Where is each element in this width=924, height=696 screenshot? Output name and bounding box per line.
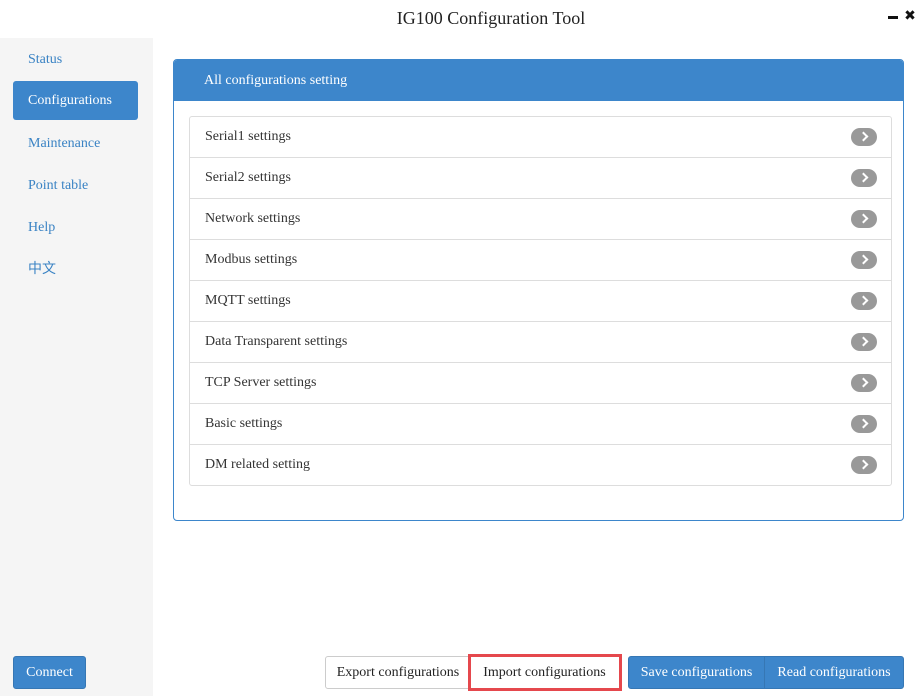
list-item-label: Data Transparent settings: [205, 334, 348, 349]
sidebar-item-chinese[interactable]: 中文: [13, 250, 138, 289]
list-item-label: Serial1 settings: [205, 129, 291, 144]
configurations-panel: All configurations setting Serial1 setti…: [173, 59, 904, 521]
list-item[interactable]: Serial1 settings: [190, 117, 891, 157]
list-item-label: DM related setting: [205, 457, 310, 472]
save-configurations-button[interactable]: Save configurations: [628, 656, 765, 689]
list-item-label: MQTT settings: [205, 293, 291, 308]
chevron-right-icon[interactable]: [851, 292, 877, 310]
sidebar-item-configurations[interactable]: Configurations: [13, 81, 138, 120]
chevron-right-icon[interactable]: [851, 128, 877, 146]
list-item-label: Basic settings: [205, 416, 283, 431]
connect-button[interactable]: Connect: [13, 656, 86, 689]
chevron-right-icon[interactable]: [851, 374, 877, 392]
main-content: All configurations setting Serial1 setti…: [153, 38, 924, 696]
list-item[interactable]: Data Transparent settings: [190, 321, 891, 362]
import-configurations-button[interactable]: Import configurations: [468, 654, 622, 691]
chevron-right-icon[interactable]: [851, 251, 877, 269]
chevron-right-icon[interactable]: [851, 415, 877, 433]
list-item[interactable]: Modbus settings: [190, 239, 891, 280]
sidebar-item-point-table[interactable]: Point table: [13, 166, 138, 205]
sidebar-item-help[interactable]: Help: [13, 208, 138, 247]
minimize-icon[interactable]: [886, 8, 900, 24]
list-item[interactable]: Serial2 settings: [190, 157, 891, 198]
list-item-label: TCP Server settings: [205, 375, 317, 390]
list-item-label: Serial2 settings: [205, 170, 291, 185]
list-item[interactable]: MQTT settings: [190, 280, 891, 321]
list-item-label: Network settings: [205, 211, 301, 226]
list-item[interactable]: TCP Server settings: [190, 362, 891, 403]
title-bar: IG100 Configuration Tool ✖: [0, 0, 924, 38]
list-item-label: Modbus settings: [205, 252, 298, 267]
window-title: IG100 Configuration Tool: [396, 8, 586, 28]
export-configurations-button[interactable]: Export configurations: [325, 656, 471, 689]
chevron-right-icon[interactable]: [851, 210, 877, 228]
chevron-right-icon[interactable]: [851, 456, 877, 474]
chevron-right-icon[interactable]: [851, 169, 877, 187]
sidebar-item-status[interactable]: Status: [13, 40, 138, 79]
panel-header: All configurations setting: [174, 60, 903, 101]
read-configurations-button[interactable]: Read configurations: [764, 656, 904, 689]
list-item[interactable]: Basic settings: [190, 403, 891, 444]
sidebar-item-maintenance[interactable]: Maintenance: [13, 124, 138, 163]
close-icon[interactable]: ✖: [903, 8, 917, 24]
chevron-right-icon[interactable]: [851, 333, 877, 351]
sidebar: Status Configurations Maintenance Point …: [0, 38, 153, 696]
list-item[interactable]: DM related setting: [190, 444, 891, 485]
list-item[interactable]: Network settings: [190, 198, 891, 239]
settings-list: Serial1 settings Serial2 settings Networ…: [189, 116, 892, 486]
